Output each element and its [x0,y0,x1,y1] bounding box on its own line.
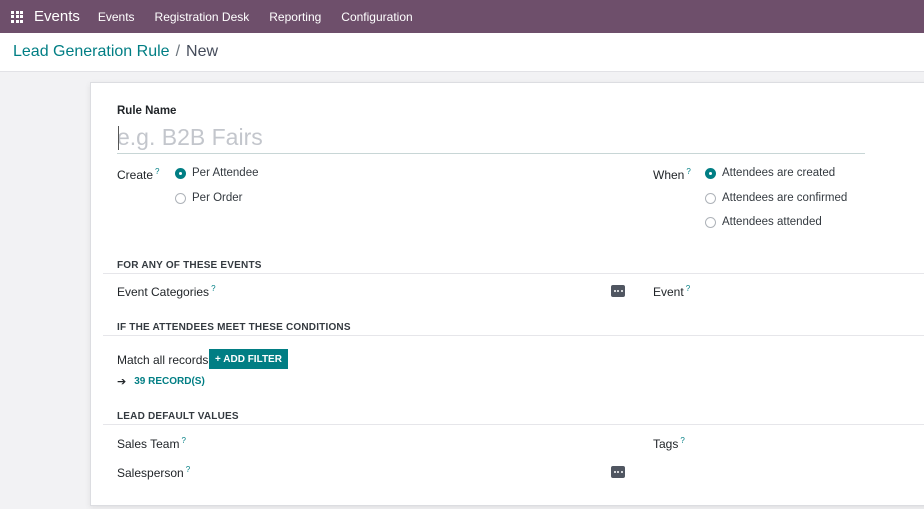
when-label: When? [653,167,691,182]
more-options-icon[interactable] [611,466,625,478]
arrow-right-icon: ➔ [117,376,127,388]
tags-help-icon[interactable]: ? [680,436,684,445]
more-options-icon[interactable] [611,285,625,297]
sales-team-label: Sales Team? [117,436,186,451]
tags-label-text: Tags [653,437,679,451]
when-help-icon[interactable]: ? [686,167,690,176]
records-link[interactable]: ➔ 39 RECORD(S) [117,375,205,388]
when-option-attended[interactable]: Attendees attended [705,216,822,228]
menu-reporting[interactable]: Reporting [269,10,321,24]
radio-unchecked-icon[interactable] [705,216,716,228]
radio-checked-icon[interactable] [175,167,186,179]
event-categories-help-icon[interactable]: ? [211,284,215,293]
when-option-confirmed[interactable]: Attendees are confirmed [705,192,847,204]
radio-unchecked-icon[interactable] [175,192,186,204]
control-panel: Lead Generation Rule / New [0,33,924,72]
app-name[interactable]: Events [34,8,80,25]
create-option-label: Per Order [192,192,243,204]
records-count[interactable]: 39 RECORD(S) [134,376,205,387]
rule-name-label: Rule Name [117,105,177,117]
create-option-per-order[interactable]: Per Order [175,192,243,204]
menu-configuration[interactable]: Configuration [341,10,412,24]
form-sheet: Rule Name Create? Per Attendee Per Order… [90,82,924,506]
when-option-created[interactable]: Attendees are created [705,167,835,179]
top-navbar: Events Events Registration Desk Reportin… [0,0,924,33]
create-option-label: Per Attendee [192,167,259,179]
sales-team-help-icon[interactable]: ? [181,436,185,445]
event-label: Event? [653,284,690,299]
salesperson-label-text: Salesperson [117,466,184,480]
section-divider [103,335,924,336]
add-filter-button[interactable]: + ADD FILTER [209,349,288,369]
section-divider [103,424,924,425]
radio-checked-icon[interactable] [705,167,716,179]
breadcrumb-parent[interactable]: Lead Generation Rule [13,43,170,61]
create-label: Create? [117,167,159,182]
when-label-text: When [653,168,685,182]
event-help-icon[interactable]: ? [686,284,690,293]
section-title-defaults: LEAD DEFAULT VALUES [117,411,239,422]
section-title-events: FOR ANY OF THESE EVENTS [117,260,262,271]
when-option-label: Attendees are created [722,167,836,179]
event-categories-label-text: Event Categories [117,285,210,299]
menu-events[interactable]: Events [98,10,135,24]
radio-unchecked-icon[interactable] [705,192,716,204]
salesperson-label: Salesperson? [117,465,190,480]
create-label-text: Create [117,168,154,182]
menu-registration-desk[interactable]: Registration Desk [155,10,250,24]
section-title-conditions: IF THE ATTENDEES MEET THESE CONDITIONS [117,322,351,333]
match-all-records-text: Match all records [117,353,209,367]
breadcrumb-separator: / [175,43,181,60]
rule-name-input[interactable] [117,121,865,154]
text-caret [118,126,119,150]
when-option-label: Attendees are confirmed [722,192,848,204]
sales-team-label-text: Sales Team [117,437,180,451]
breadcrumb-current: New [186,43,219,60]
event-categories-label: Event Categories? [117,284,216,299]
tags-label: Tags? [653,436,685,451]
create-help-icon[interactable]: ? [155,167,159,176]
create-option-per-attendee[interactable]: Per Attendee [175,167,259,179]
event-label-text: Event [653,285,684,299]
salesperson-help-icon[interactable]: ? [186,465,190,474]
when-option-label: Attendees attended [722,216,822,228]
section-divider [103,273,924,274]
apps-menu-icon[interactable] [2,0,32,33]
